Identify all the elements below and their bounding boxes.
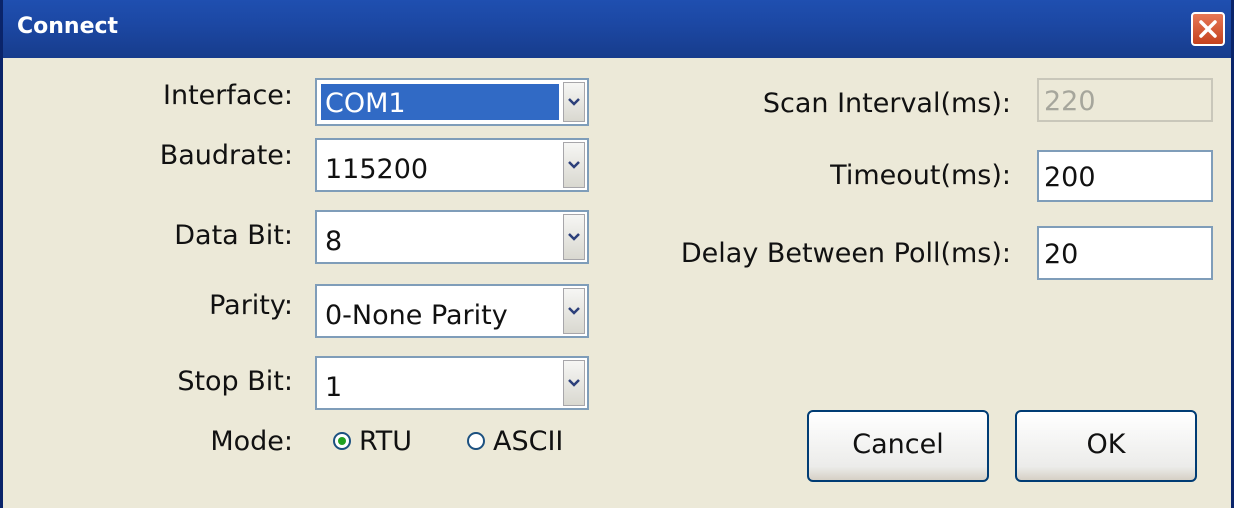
close-button[interactable]: [1191, 12, 1225, 46]
close-icon: [1199, 20, 1217, 38]
stop-bit-dropdown-button[interactable]: [563, 360, 585, 406]
scan-interval-label: Scan Interval(ms):: [762, 88, 1011, 119]
ok-button[interactable]: OK: [1015, 410, 1197, 482]
interface-select[interactable]: COM1: [315, 78, 589, 126]
timeout-value: 200: [1044, 162, 1096, 193]
delay-value: 20: [1044, 239, 1079, 270]
chevron-down-icon: [568, 379, 580, 387]
parity-select[interactable]: 0-None Parity: [315, 284, 589, 338]
baudrate-dropdown-button[interactable]: [563, 142, 585, 188]
stop-bit-select[interactable]: 1: [315, 356, 589, 410]
connect-dialog: Connect Interface: Baudrate: Data Bit: P…: [0, 0, 1234, 508]
title-bar[interactable]: Connect: [3, 0, 1231, 58]
scan-interval-value: 220: [1044, 86, 1096, 117]
delay-label: Delay Between Poll(ms):: [680, 238, 1011, 269]
timeout-field[interactable]: 200: [1037, 150, 1213, 202]
data-bit-value: 8: [325, 226, 343, 257]
mode-rtu-label[interactable]: RTU: [359, 426, 412, 457]
chevron-down-icon: [568, 307, 580, 315]
mode-ascii-label[interactable]: ASCII: [493, 426, 563, 457]
interface-dropdown-button[interactable]: [563, 82, 585, 122]
timeout-label: Timeout(ms):: [830, 160, 1011, 191]
stop-bit-value: 1: [325, 372, 343, 403]
mode-label: Mode:: [210, 426, 293, 457]
baudrate-label: Baudrate:: [159, 140, 293, 171]
chevron-down-icon: [568, 161, 580, 169]
cancel-button[interactable]: Cancel: [807, 410, 989, 482]
chevron-down-icon: [568, 98, 580, 106]
parity-value: 0-None Parity: [325, 300, 508, 331]
interface-label: Interface:: [163, 80, 293, 111]
data-bit-dropdown-button[interactable]: [563, 214, 585, 260]
delay-field[interactable]: 20: [1037, 226, 1213, 280]
data-bit-select[interactable]: 8: [315, 210, 589, 264]
dialog-body: Interface: Baudrate: Data Bit: Parity: S…: [3, 58, 1231, 508]
chevron-down-icon: [568, 233, 580, 241]
mode-ascii-radio[interactable]: [467, 432, 485, 450]
baudrate-value: 115200: [325, 154, 429, 185]
window-title: Connect: [17, 14, 119, 39]
mode-rtu-radio[interactable]: [333, 432, 351, 450]
baudrate-select[interactable]: 115200: [315, 138, 589, 192]
stop-bit-label: Stop Bit:: [177, 366, 293, 397]
interface-value: COM1: [325, 88, 406, 119]
scan-interval-field[interactable]: 220: [1037, 78, 1213, 122]
parity-dropdown-button[interactable]: [563, 288, 585, 334]
radio-selected-dot: [338, 437, 346, 445]
data-bit-label: Data Bit:: [174, 220, 293, 251]
parity-label: Parity:: [209, 290, 293, 321]
